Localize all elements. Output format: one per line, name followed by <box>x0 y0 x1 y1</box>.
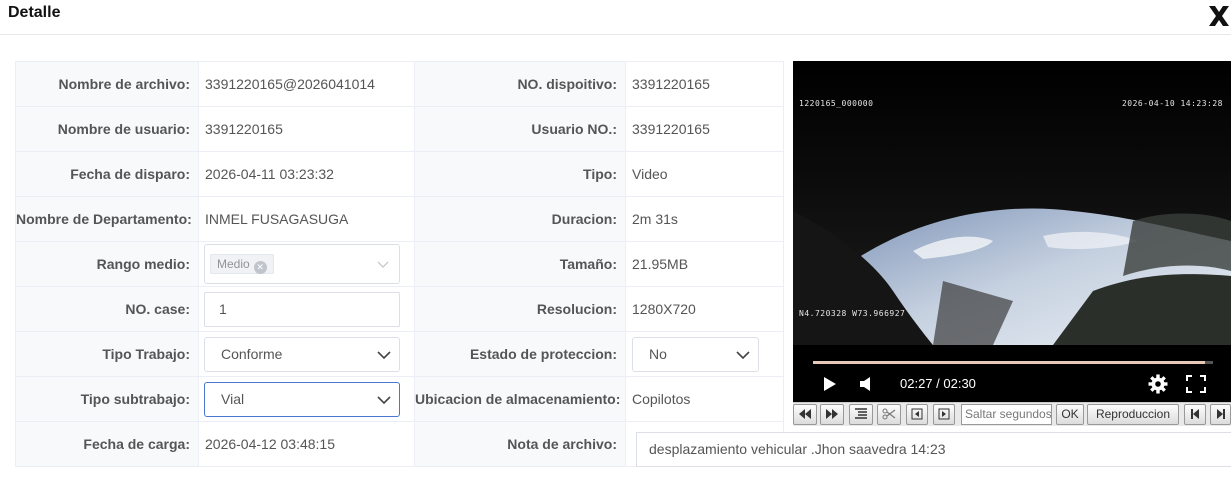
chevron-down-icon <box>377 395 391 404</box>
file-note-input[interactable]: desplazamiento vehicular .Jhon saavedra … <box>636 432 1231 467</box>
label-work-type: Tipo Trabajo: <box>15 331 199 377</box>
label-department: Nombre de Departamento: <box>15 196 199 242</box>
value-user-no: 3391220165 <box>625 106 784 152</box>
volume-icon[interactable] <box>859 376 873 392</box>
rewind-button[interactable] <box>793 404 817 425</box>
value-duration: 2m 31s <box>625 196 784 242</box>
list-icon <box>855 408 867 419</box>
next-frame-button[interactable] <box>933 404 955 425</box>
label-resolution: Resolucion: <box>414 286 626 332</box>
label-upload-date: Fecha de carga: <box>15 421 199 467</box>
skip-start-icon <box>1191 409 1199 419</box>
label-case-no: NO. case: <box>15 286 199 332</box>
subwork-type-select[interactable]: Vial <box>204 381 400 417</box>
fast-forward-button[interactable] <box>820 404 844 425</box>
value-device-no: 3391220165 <box>625 61 784 107</box>
prev-frame-button[interactable] <box>906 404 928 425</box>
fast-forward-icon <box>826 409 838 419</box>
table-row: Nombre de archivo: 3391220165@2026041014… <box>15 61 784 107</box>
player-toolbar: Saltar segundos OK Reproduccion <box>793 402 1231 426</box>
label-trigger-date: Fecha de disparo: <box>15 151 199 197</box>
first-button[interactable] <box>1184 404 1206 425</box>
detail-table: Nombre de archivo: 3391220165@2026041014… <box>15 61 784 467</box>
dialog-header: Detalle <box>0 0 1231 35</box>
label-user-no: Usuario NO.: <box>414 106 626 152</box>
scissors-icon <box>882 408 896 420</box>
value-storage-location: Copilotos <box>625 376 784 422</box>
osd-device: 1220165_000000 <box>799 99 874 108</box>
clip-button[interactable] <box>877 404 901 425</box>
table-row: Nombre de usuario: 3391220165 Usuario NO… <box>15 106 784 152</box>
table-row: Tipo subtrabajo: Vial Ubicacion de almac… <box>15 376 784 422</box>
range-select[interactable]: Medio ✕ <box>204 244 400 284</box>
play-icon[interactable] <box>823 376 837 392</box>
chevron-down-icon <box>377 261 389 268</box>
label-subwork-type: Tipo subtrabajo: <box>15 376 199 422</box>
label-user-name: Nombre de usuario: <box>15 106 199 152</box>
prev-frame-icon <box>911 408 923 420</box>
last-button[interactable] <box>1210 404 1231 425</box>
value-department: INMEL FUSAGASUGA <box>198 196 415 242</box>
table-row: Tipo Trabajo: Conforme Estado de protecc… <box>15 331 784 377</box>
label-file-name: Nombre de archivo: <box>15 61 199 107</box>
chevron-down-icon <box>736 350 750 359</box>
playback-button[interactable]: Reproduccion <box>1087 404 1179 425</box>
label-device-no: NO. dispoitivo: <box>414 61 626 107</box>
seek-seconds-input[interactable]: Saltar segundos <box>961 404 1052 425</box>
tag-close-icon[interactable]: ✕ <box>253 261 267 274</box>
video-controls: 02:27 / 02:30 <box>793 345 1231 402</box>
next-frame-icon <box>938 408 950 420</box>
label-range: Rango medio: <box>15 241 199 287</box>
progress-bar[interactable] <box>813 361 1213 364</box>
ok-button[interactable]: OK <box>1056 404 1084 425</box>
table-row: Nombre de Departamento: INMEL FUSAGASUGA… <box>15 196 784 242</box>
list-button[interactable] <box>849 404 873 425</box>
protection-select[interactable]: No <box>632 336 759 372</box>
label-type: Tipo: <box>414 151 626 197</box>
video-player[interactable]: 1220165_000000 2026-04-10 14:23:28 N4.72… <box>793 61 1231 402</box>
label-duration: Duracion: <box>414 196 626 242</box>
table-row: NO. case: 1 Resolucion: 1280X720 <box>15 286 784 332</box>
table-row: Rango medio: Medio ✕ Tamaño: 21.95MB <box>15 241 784 287</box>
time-display: 02:27 / 02:30 <box>900 376 976 391</box>
work-type-select[interactable]: Conforme <box>204 336 400 372</box>
label-storage-location: Ubicacion de almacenamiento: <box>414 376 626 422</box>
value-user-name: 3391220165 <box>198 106 415 152</box>
chevron-down-icon <box>377 350 391 359</box>
fullscreen-icon[interactable] <box>1186 375 1206 393</box>
case-no-input[interactable]: 1 <box>204 291 400 327</box>
value-resolution: 1280X720 <box>625 286 784 332</box>
value-file-name: 3391220165@2026041014 <box>198 61 415 107</box>
label-protection: Estado de proteccion: <box>414 331 626 377</box>
osd-gps: N4.720328 W73.966927 <box>799 309 906 318</box>
value-size: 21.95MB <box>625 241 784 287</box>
value-upload-date: 2026-04-12 03:48:15 <box>198 421 415 467</box>
skip-end-icon <box>1216 409 1225 419</box>
value-type: Video <box>625 151 784 197</box>
value-trigger-date: 2026-04-11 03:23:32 <box>198 151 415 197</box>
dialog-title: Detalle <box>8 4 61 21</box>
rewind-icon <box>799 409 811 419</box>
close-icon[interactable] <box>1206 2 1231 30</box>
osd-timestamp: 2026-04-10 14:23:28 <box>1121 99 1223 108</box>
range-tag: Medio ✕ <box>210 254 274 274</box>
table-row: Fecha de disparo: 2026-04-11 03:23:32 Ti… <box>15 151 784 197</box>
settings-gear-icon[interactable] <box>1148 374 1168 394</box>
label-file-note: Nota de archivo: <box>414 421 626 467</box>
label-size: Tamaño: <box>414 241 626 287</box>
